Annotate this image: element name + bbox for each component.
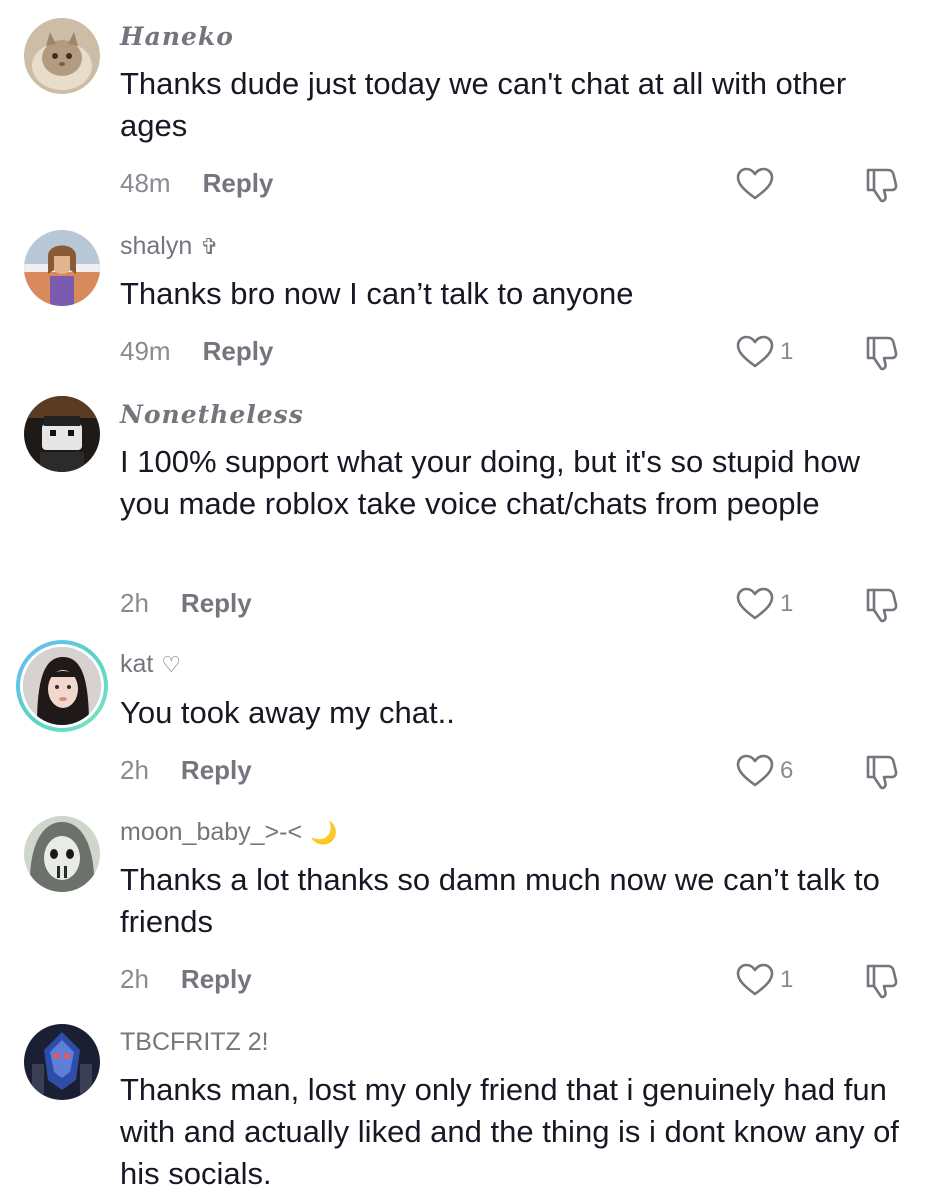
thumbs-down-icon bbox=[866, 336, 898, 371]
like-count: 1 bbox=[780, 590, 794, 617]
comment-username[interactable]: Haneko bbox=[120, 22, 234, 51]
like-button[interactable]: 1 bbox=[736, 586, 793, 622]
dislike-button[interactable] bbox=[862, 586, 902, 624]
like-button[interactable]: 1 bbox=[736, 962, 793, 998]
like-button[interactable]: 1 bbox=[736, 334, 793, 370]
like-button[interactable] bbox=[736, 166, 780, 202]
comment-text: Thanks man, lost my only friend that i g… bbox=[120, 1072, 899, 1191]
heart-outline-icon bbox=[736, 335, 774, 368]
reply-button[interactable]: Reply bbox=[181, 964, 252, 994]
username-moon-symbol: 🌙 bbox=[310, 820, 338, 845]
girl-photo-image bbox=[24, 230, 100, 306]
comment-time: 2h bbox=[120, 588, 149, 618]
thumbs-down-icon bbox=[866, 755, 898, 790]
avatar[interactable] bbox=[24, 230, 100, 306]
thumbs-down-icon bbox=[866, 588, 898, 623]
comment-text: I 100% support what your doing, but it's… bbox=[120, 444, 861, 521]
dislike-button[interactable] bbox=[862, 166, 902, 204]
comment-text: You took away my chat.. bbox=[120, 695, 455, 730]
avatar[interactable] bbox=[24, 1024, 100, 1100]
username-heart-symbol: ♡ bbox=[161, 652, 182, 677]
dislike-button[interactable] bbox=[862, 753, 902, 791]
comment-meta: 2h Reply bbox=[120, 755, 252, 786]
comment-meta: 49m Reply bbox=[120, 336, 273, 367]
like-button[interactable]: 6 bbox=[736, 753, 793, 789]
dislike-button[interactable] bbox=[862, 334, 902, 372]
username-text: kat bbox=[120, 650, 154, 678]
comment-username[interactable]: TBCFRITZ 2! bbox=[120, 1028, 269, 1057]
comment-username[interactable]: shalyn ✞ bbox=[120, 232, 219, 261]
like-count: 6 bbox=[780, 757, 794, 784]
comment-username[interactable]: moon_baby_>-< 🌙 bbox=[120, 818, 338, 847]
selfie-photo-image bbox=[23, 647, 101, 725]
bw-face-art-image bbox=[24, 816, 100, 892]
thumbs-down-icon bbox=[866, 168, 898, 203]
avatar[interactable] bbox=[24, 816, 100, 892]
heart-outline-icon bbox=[736, 587, 774, 620]
comment-time: 48m bbox=[120, 168, 171, 198]
dislike-button[interactable] bbox=[862, 962, 902, 1000]
comment-text: Thanks a lot thanks so damn much now we … bbox=[120, 862, 880, 939]
username-text: shalyn bbox=[120, 232, 193, 260]
avatar[interactable] bbox=[24, 18, 100, 94]
roblox-avatar-image bbox=[24, 396, 100, 472]
reply-button[interactable]: Reply bbox=[181, 755, 252, 785]
reply-button[interactable]: Reply bbox=[203, 336, 274, 366]
heart-outline-icon bbox=[736, 167, 774, 200]
avatar bbox=[20, 644, 104, 728]
reply-button[interactable]: Reply bbox=[203, 168, 274, 198]
heart-outline-icon bbox=[736, 754, 774, 787]
comment-meta: 48m Reply bbox=[120, 168, 273, 199]
username-text: moon_baby_>-< bbox=[120, 818, 303, 846]
comment-meta: 2h Reply bbox=[120, 964, 252, 995]
thumbs-down-icon bbox=[866, 964, 898, 999]
cat-photo-image bbox=[24, 18, 100, 94]
comment-meta: 2h Reply bbox=[120, 588, 252, 619]
avatar-story-ring[interactable] bbox=[16, 640, 108, 732]
reply-button[interactable]: Reply bbox=[181, 588, 252, 618]
comment-time: 49m bbox=[120, 336, 171, 366]
avatar[interactable] bbox=[24, 396, 100, 472]
robot-character-image bbox=[24, 1024, 100, 1100]
like-count: 1 bbox=[780, 338, 794, 365]
comment-time: 2h bbox=[120, 964, 149, 994]
comment-username[interactable]: kat ♡ bbox=[120, 650, 181, 679]
heart-outline-icon bbox=[736, 963, 774, 996]
comment-username[interactable]: Nonetheless bbox=[120, 400, 304, 429]
username-cross-symbol: ✞ bbox=[200, 234, 219, 259]
like-count: 1 bbox=[780, 966, 794, 993]
comment-text: Thanks dude just today we can't chat at … bbox=[120, 66, 847, 143]
comment-time: 2h bbox=[120, 755, 149, 785]
comment-text: Thanks bro now I can’t talk to anyone bbox=[120, 276, 634, 311]
